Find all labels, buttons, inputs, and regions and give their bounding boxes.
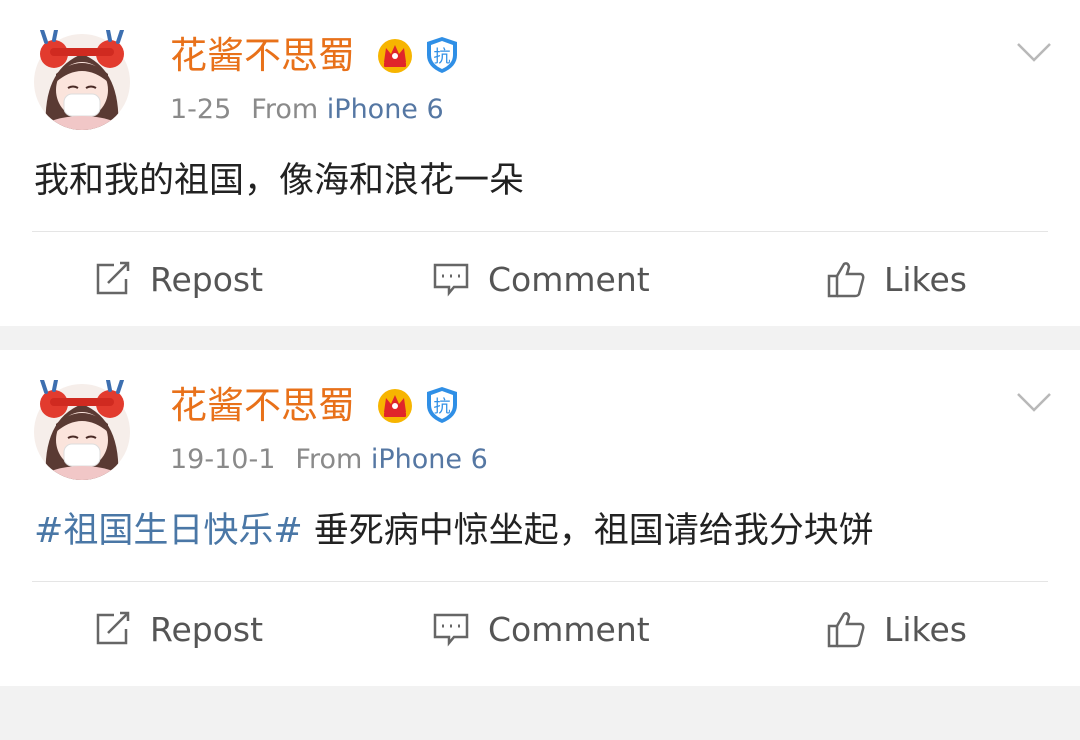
source-link[interactable]: iPhone 6 xyxy=(327,94,444,125)
hashtag-link[interactable]: #祖国生日快乐# xyxy=(34,511,303,551)
post-content[interactable]: 我和我的祖国，像海和浪花一朵 xyxy=(34,156,524,206)
crown-badge-icon[interactable] xyxy=(376,36,414,74)
post-text: 垂死病中惊坐起，祖国请给我分块饼 xyxy=(302,511,874,551)
post-card: 花酱不思蜀 抗 19-10-1 From iPhone 6 #祖国生日快乐# 垂死… xyxy=(0,350,1080,686)
svg-text:抗: 抗 xyxy=(434,47,451,67)
post-text: 我和我的祖国，像海和浪花一朵 xyxy=(34,161,525,201)
avatar[interactable] xyxy=(32,380,132,480)
source-prefix: From xyxy=(295,444,363,475)
thumbs-up-icon xyxy=(827,612,865,648)
source-link[interactable]: iPhone 6 xyxy=(371,444,488,475)
svg-text:抗: 抗 xyxy=(434,397,451,417)
action-bar: Repost Comment Likes xyxy=(0,582,1080,676)
repost-icon xyxy=(96,611,130,645)
likes-button[interactable]: Likes xyxy=(826,254,967,304)
thumbs-up-icon xyxy=(827,262,865,298)
likes-button[interactable]: Likes xyxy=(826,604,967,654)
comment-button[interactable]: Comment xyxy=(432,604,650,654)
likes-label: Likes xyxy=(884,609,967,649)
likes-label: Likes xyxy=(884,259,967,299)
username[interactable]: 花酱不思蜀 xyxy=(170,34,355,78)
shield-badge-icon[interactable]: 抗 xyxy=(424,385,460,425)
username[interactable]: 花酱不思蜀 xyxy=(170,384,355,428)
comment-label: Comment xyxy=(488,609,650,649)
comment-button[interactable]: Comment xyxy=(432,254,650,304)
repost-label: Repost xyxy=(150,609,264,649)
avatar[interactable] xyxy=(32,30,132,130)
comment-icon xyxy=(433,263,469,297)
crown-badge-icon[interactable] xyxy=(376,386,414,424)
post-content[interactable]: #祖国生日快乐# 垂死病中惊坐起，祖国请给我分块饼 xyxy=(34,506,874,556)
repost-button[interactable]: Repost xyxy=(94,254,263,304)
shield-badge-icon[interactable]: 抗 xyxy=(424,35,460,75)
repost-button[interactable]: Repost xyxy=(94,604,263,654)
chevron-down-icon[interactable] xyxy=(1016,390,1052,414)
comment-icon xyxy=(433,613,469,647)
repost-icon xyxy=(96,261,130,295)
post-card: 花酱不思蜀 抗 1-25 From iPhone 6 我和我的祖国，像海和浪花一朵 xyxy=(0,0,1080,326)
post-meta: 19-10-1 From iPhone 6 xyxy=(170,442,488,478)
post-date: 19-10-1 xyxy=(170,444,276,475)
comment-label: Comment xyxy=(488,259,650,299)
chevron-down-icon[interactable] xyxy=(1016,40,1052,64)
post-date: 1-25 xyxy=(170,94,232,125)
post-meta: 1-25 From iPhone 6 xyxy=(170,92,444,128)
repost-label: Repost xyxy=(150,259,264,299)
source-prefix: From xyxy=(251,94,319,125)
action-bar: Repost Comment Likes xyxy=(0,232,1080,326)
